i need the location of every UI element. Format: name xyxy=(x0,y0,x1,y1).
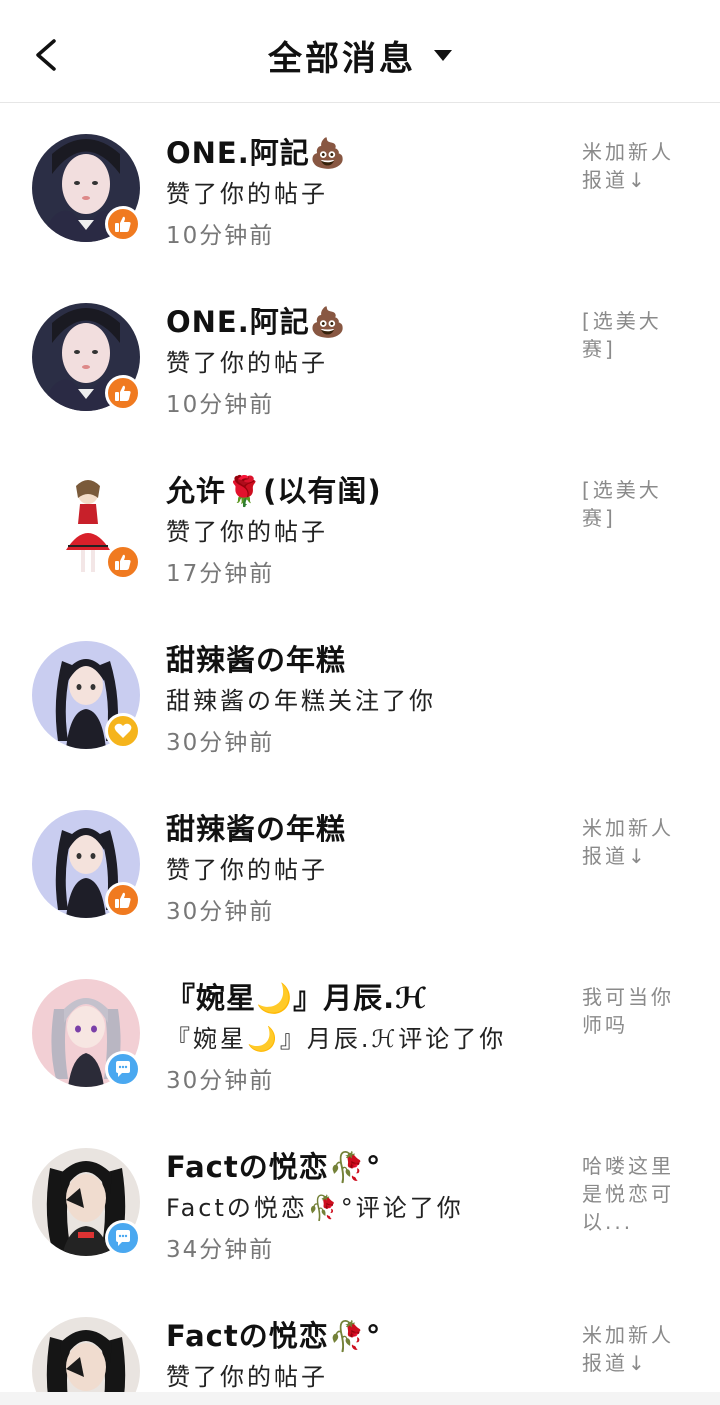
comment-preview[interactable]: 哈喽这里是悦恋可以... xyxy=(582,1152,692,1236)
comment-badge xyxy=(105,1051,141,1087)
bottom-edge xyxy=(0,1392,720,1405)
message-item[interactable]: ONE.阿記💩 赞了你的帖子 10分钟前 [选美大赛] xyxy=(0,273,720,442)
chat-bubble-icon xyxy=(116,1230,130,1246)
like-badge xyxy=(105,206,141,242)
message-item[interactable]: Factの悦恋🥀° 赞了你的帖子 米加新人报道↓ xyxy=(0,1287,720,1405)
message-item[interactable]: 甜辣酱の年糕 赞了你的帖子 30分钟前 米加新人报道↓ xyxy=(0,780,720,949)
sender-name[interactable]: Factの悦恋🥀° xyxy=(166,1144,381,1186)
timestamp: 34分钟前 xyxy=(166,1237,275,1263)
like-badge xyxy=(105,544,141,580)
title-dropdown[interactable]: 全部消息 xyxy=(0,30,720,80)
comment-badge xyxy=(105,1220,141,1256)
post-preview[interactable]: 米加新人报道↓ xyxy=(582,138,692,194)
sender-name[interactable]: 甜辣酱の年糕 xyxy=(166,637,346,679)
thumbs-up-icon xyxy=(115,216,131,232)
follow-badge xyxy=(105,713,141,749)
thumbs-up-icon xyxy=(115,892,131,908)
message-text: 『婉星🌙』月辰.ℋ评论了你 xyxy=(166,1025,507,1053)
message-text: 赞了你的帖子 xyxy=(166,1363,328,1391)
timestamp: 30分钟前 xyxy=(166,1068,275,1094)
sender-name[interactable]: 『婉星🌙』月辰.ℋ xyxy=(166,975,427,1017)
sender-name[interactable]: 允许🌹(以有闺) xyxy=(166,468,382,510)
message-text: 赞了你的帖子 xyxy=(166,518,328,546)
post-preview[interactable]: [选美大赛] xyxy=(582,307,692,363)
message-item[interactable]: 甜辣酱の年糕 甜辣酱の年糕关注了你 30分钟前 xyxy=(0,611,720,780)
chat-bubble-icon xyxy=(116,1061,130,1077)
comment-preview[interactable]: 我可当你师吗 xyxy=(582,983,692,1039)
thumbs-up-icon xyxy=(115,554,131,570)
post-preview[interactable]: 米加新人报道↓ xyxy=(582,814,692,870)
timestamp: 30分钟前 xyxy=(166,899,275,925)
caret-down-icon xyxy=(434,49,452,61)
sender-name[interactable]: ONE.阿記💩 xyxy=(166,130,347,172)
like-badge xyxy=(105,882,141,918)
message-item[interactable]: 允许🌹(以有闺) 赞了你的帖子 17分钟前 [选美大赛] xyxy=(0,442,720,611)
sender-name[interactable]: ONE.阿記💩 xyxy=(166,299,347,341)
timestamp: 10分钟前 xyxy=(166,392,275,418)
message-text: Factの悦恋🥀°评论了你 xyxy=(166,1194,464,1222)
message-item[interactable]: 『婉星🌙』月辰.ℋ 『婉星🌙』月辰.ℋ评论了你 30分钟前 我可当你师吗 xyxy=(0,949,720,1118)
top-bar: 全部消息 xyxy=(0,0,720,103)
thumbs-up-icon xyxy=(115,385,131,401)
message-text: 赞了你的帖子 xyxy=(166,349,328,377)
timestamp: 30分钟前 xyxy=(166,730,275,756)
like-badge xyxy=(105,375,141,411)
message-text: 赞了你的帖子 xyxy=(166,180,328,208)
post-preview[interactable]: [选美大赛] xyxy=(582,476,692,532)
sender-name[interactable]: Factの悦恋🥀° xyxy=(166,1313,381,1355)
sender-name[interactable]: 甜辣酱の年糕 xyxy=(166,806,346,848)
message-item[interactable]: ONE.阿記💩 赞了你的帖子 10分钟前 米加新人报道↓ xyxy=(0,104,720,273)
post-preview[interactable]: 米加新人报道↓ xyxy=(582,1321,692,1377)
message-text: 甜辣酱の年糕关注了你 xyxy=(166,687,436,715)
timestamp: 10分钟前 xyxy=(166,223,275,249)
timestamp: 17分钟前 xyxy=(166,561,275,587)
message-item[interactable]: Factの悦恋🥀° Factの悦恋🥀°评论了你 34分钟前 哈喽这里是悦恋可以.… xyxy=(0,1118,720,1287)
page-title: 全部消息 xyxy=(268,38,416,79)
message-text: 赞了你的帖子 xyxy=(166,856,328,884)
heart-icon xyxy=(114,723,132,738)
